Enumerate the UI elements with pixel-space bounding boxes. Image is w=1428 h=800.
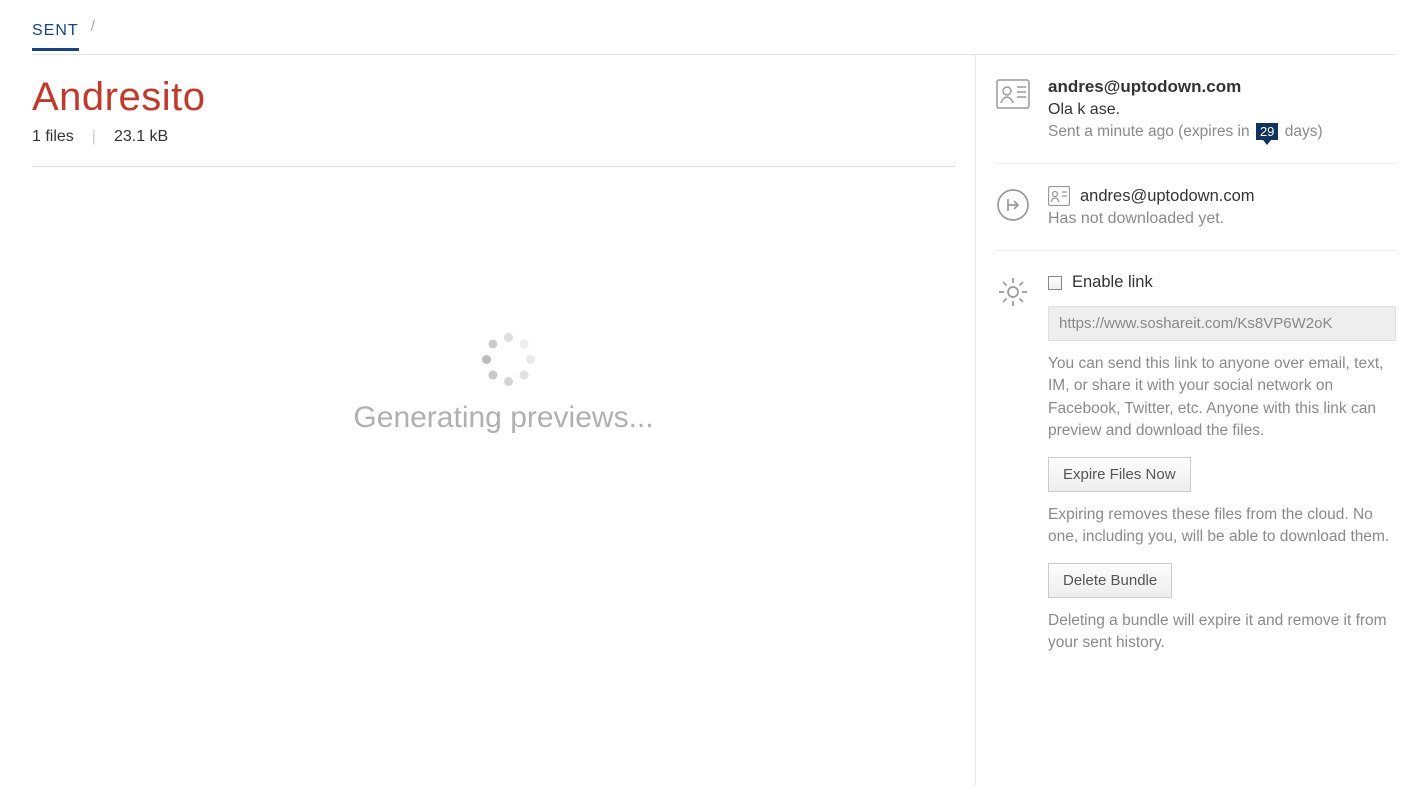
preview-status: Generating previews... (353, 401, 653, 435)
enable-link-checkbox[interactable] (1048, 276, 1062, 290)
forward-icon (996, 188, 1030, 222)
breadcrumb-sent[interactable]: SENT (32, 22, 79, 51)
enable-link-row[interactable]: Enable link (1048, 273, 1396, 292)
expires-prefix: (expires in (1178, 123, 1250, 140)
preview-area: Generating previews... (32, 327, 975, 435)
expires-days-badge: 29 (1256, 123, 1278, 140)
delete-help-text: Deleting a bundle will expire it and rem… (1048, 610, 1396, 655)
recipient-email: andres@uptodown.com (1080, 187, 1255, 206)
sender-message: Ola k ase. (1048, 101, 1396, 119)
bundle-meta: 1 files | 23.1 kB (32, 128, 955, 167)
share-link-input[interactable] (1048, 306, 1396, 341)
contact-card-icon (996, 79, 1030, 113)
expires-suffix: days) (1285, 123, 1323, 140)
bundle-title: Andresito (32, 75, 975, 120)
main-content: Andresito 1 files | 23.1 kB Generating p… (32, 55, 976, 785)
link-help-text: You can send this link to anyone over em… (1048, 353, 1396, 443)
sender-section: andres@uptodown.com Ola k ase. Sent a mi… (996, 55, 1396, 164)
expire-help-text: Expiring removes these files from the cl… (1048, 504, 1396, 549)
sender-email: andres@uptodown.com (1048, 77, 1396, 97)
contact-icon (1048, 186, 1070, 206)
expire-files-button[interactable]: Expire Files Now (1048, 457, 1191, 492)
files-count: 1 files (32, 128, 74, 146)
enable-link-label: Enable link (1072, 273, 1153, 292)
delete-bundle-button[interactable]: Delete Bundle (1048, 563, 1172, 598)
spinner-icon (476, 327, 532, 383)
settings-section: Enable link You can send this link to an… (996, 251, 1396, 677)
recipient-section: andres@uptodown.com Has not downloaded y… (996, 164, 1396, 251)
meta-separator: | (92, 128, 96, 146)
gear-icon (996, 275, 1030, 309)
breadcrumb-separator: / (91, 18, 95, 44)
sent-time: Sent a minute ago (1048, 123, 1174, 140)
bundle-size: 23.1 kB (114, 128, 168, 146)
recipient-status: Has not downloaded yet. (1048, 210, 1396, 228)
sent-time-line: Sent a minute ago (expires in 29 days) (1048, 123, 1396, 141)
breadcrumb: SENT / (32, 0, 1396, 55)
sidebar: andres@uptodown.com Ola k ase. Sent a mi… (976, 55, 1396, 785)
